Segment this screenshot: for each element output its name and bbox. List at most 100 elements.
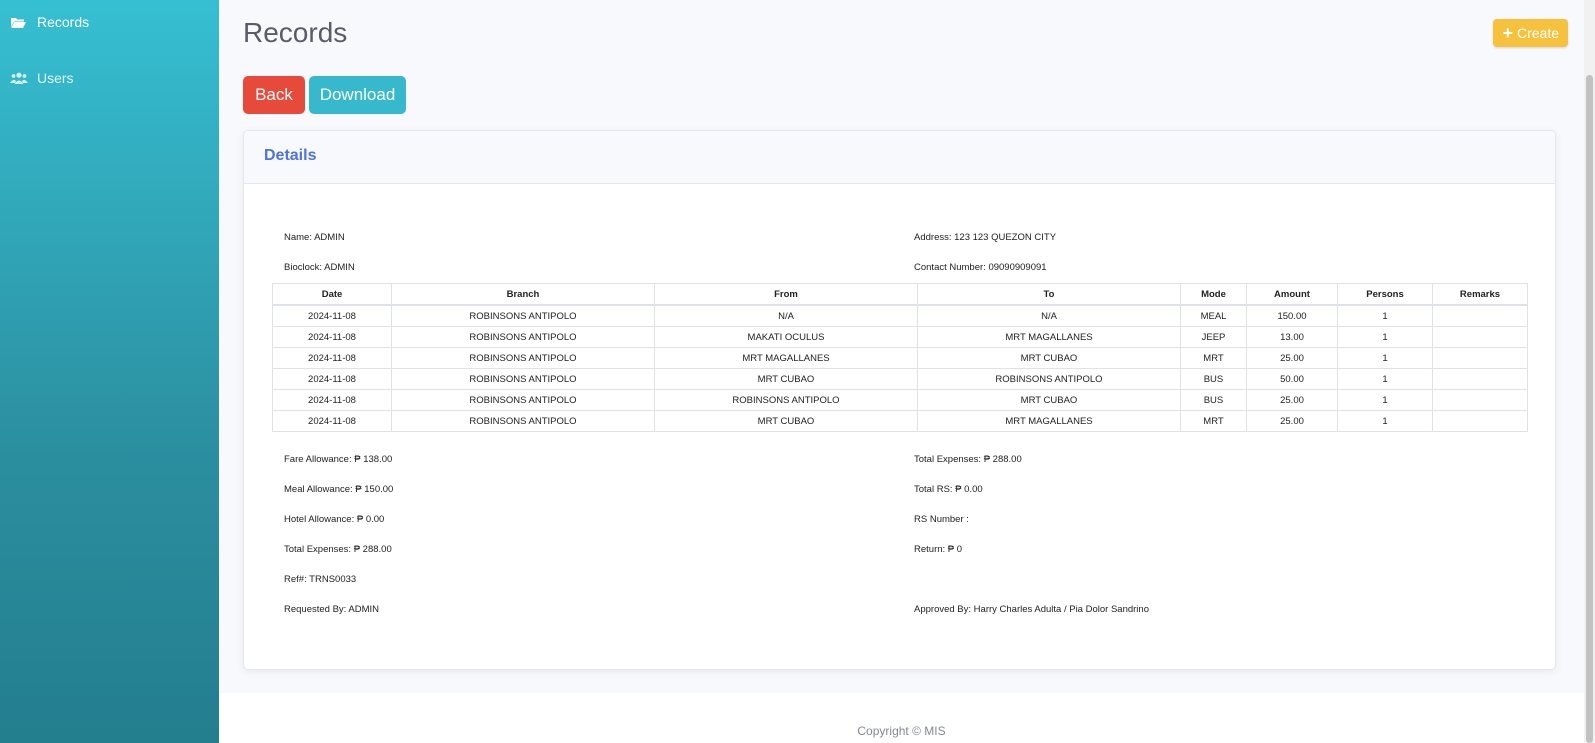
- total-rs: Total RS: ₱ 0.00: [914, 484, 983, 495]
- column-header-date: Date: [272, 283, 392, 306]
- cell-to: MRT CUBAO: [917, 347, 1181, 369]
- table-row: 2024-11-08 ROBINSONS ANTIPOLO N/A N/A ME…: [272, 304, 1528, 327]
- cell-amount: 13.00: [1246, 326, 1338, 348]
- cell-date: 2024-11-08: [272, 304, 392, 327]
- create-button[interactable]: + Create: [1493, 19, 1568, 47]
- fare-allowance: Fare Allowance: ₱ 138.00: [284, 454, 393, 465]
- cell-remarks: [1432, 326, 1528, 348]
- cell-mode: MRT: [1180, 410, 1247, 432]
- cell-remarks: [1432, 389, 1528, 411]
- cell-persons: 1: [1337, 368, 1433, 390]
- cell-date: 2024-11-08: [272, 368, 392, 390]
- table-row: 2024-11-08 ROBINSONS ANTIPOLO MRT MAGALL…: [272, 347, 1528, 369]
- contact-number-field: Contact Number: 09090909091: [914, 262, 1047, 273]
- cell-from: ROBINSONS ANTIPOLO: [654, 389, 918, 411]
- meal-allowance: Meal Allowance: ₱ 150.00: [284, 484, 394, 495]
- sidebar: Records Users: [0, 0, 219, 743]
- column-header-mode: Mode: [1180, 283, 1247, 306]
- users-icon: [10, 71, 28, 85]
- cell-persons: 1: [1337, 304, 1433, 327]
- cell-mode: MRT: [1180, 347, 1247, 369]
- cell-from: MRT CUBAO: [654, 368, 918, 390]
- cell-to: N/A: [917, 304, 1181, 327]
- card-header: Details: [244, 131, 1555, 184]
- cell-remarks: [1432, 410, 1528, 432]
- address-field: Address: 123 123 QUEZON CITY: [914, 232, 1057, 243]
- rs-number: RS Number :: [914, 514, 969, 525]
- main-content: Records + Create Back Download Details N…: [219, 0, 1584, 743]
- cell-to: ROBINSONS ANTIPOLO: [917, 368, 1181, 390]
- cell-date: 2024-11-08: [272, 389, 392, 411]
- table-row: 2024-11-08 ROBINSONS ANTIPOLO MAKATI OCU…: [272, 326, 1528, 348]
- cell-to: MRT CUBAO: [917, 389, 1181, 411]
- create-button-label: Create: [1516, 25, 1559, 41]
- cell-to: MRT MAGALLANES: [917, 410, 1181, 432]
- cell-mode: BUS: [1180, 368, 1247, 390]
- footer: Copyright © MIS: [219, 693, 1584, 743]
- column-header-persons: Persons: [1337, 283, 1433, 306]
- cell-from: MRT CUBAO: [654, 410, 918, 432]
- column-header-remarks: Remarks: [1432, 283, 1528, 306]
- sidebar-item-label: Users: [37, 70, 74, 86]
- page-title: Records: [243, 17, 348, 48]
- cell-amount: 25.00: [1246, 347, 1338, 369]
- scrollbar-thumb[interactable]: [1586, 75, 1593, 743]
- cell-date: 2024-11-08: [272, 326, 392, 348]
- details-card: Details Name: ADMIN Address: 123 123 QUE…: [243, 130, 1556, 670]
- cell-from: MRT MAGALLANES: [654, 347, 918, 369]
- cell-date: 2024-11-08: [272, 410, 392, 432]
- cell-persons: 1: [1337, 326, 1433, 348]
- copyright-text: Copyright © MIS: [857, 724, 946, 738]
- cell-branch: ROBINSONS ANTIPOLO: [391, 347, 655, 369]
- cell-persons: 1: [1337, 347, 1433, 369]
- cell-persons: 1: [1337, 389, 1433, 411]
- cell-mode: JEEP: [1180, 326, 1247, 348]
- cell-from: MAKATI OCULUS: [654, 326, 918, 348]
- column-header-branch: Branch: [391, 283, 655, 306]
- cell-branch: ROBINSONS ANTIPOLO: [391, 389, 655, 411]
- transactions-table: Date Branch From To Mode Amount Persons …: [272, 283, 1528, 432]
- table-row: 2024-11-08 ROBINSONS ANTIPOLO ROBINSONS …: [272, 389, 1528, 411]
- cell-amount: 150.00: [1246, 304, 1338, 327]
- back-button[interactable]: Back: [243, 76, 305, 114]
- cell-to: MRT MAGALLANES: [917, 326, 1181, 348]
- cell-remarks: [1432, 347, 1528, 369]
- column-header-from: From: [654, 283, 918, 306]
- cell-mode: BUS: [1180, 389, 1247, 411]
- table-row: 2024-11-08 ROBINSONS ANTIPOLO MRT CUBAO …: [272, 410, 1528, 432]
- cell-from: N/A: [654, 304, 918, 327]
- cell-mode: MEAL: [1180, 304, 1247, 327]
- requested-by: Requested By: ADMIN: [284, 604, 380, 615]
- cell-amount: 50.00: [1246, 368, 1338, 390]
- download-button[interactable]: Download: [309, 76, 406, 114]
- sidebar-item-users[interactable]: Users: [10, 70, 74, 86]
- table-row: 2024-11-08 ROBINSONS ANTIPOLO MRT CUBAO …: [272, 368, 1528, 390]
- cell-date: 2024-11-08: [272, 347, 392, 369]
- cell-remarks: [1432, 304, 1528, 327]
- name-field: Name: ADMIN: [284, 232, 345, 243]
- cell-branch: ROBINSONS ANTIPOLO: [391, 304, 655, 327]
- approved-by: Approved By: Harry Charles Adulta / Pia …: [914, 604, 1149, 615]
- cell-branch: ROBINSONS ANTIPOLO: [391, 326, 655, 348]
- hotel-allowance: Hotel Allowance: ₱ 0.00: [284, 514, 385, 525]
- return-amount: Return: ₱ 0: [914, 544, 963, 555]
- card-title: Details: [264, 147, 317, 164]
- cell-amount: 25.00: [1246, 410, 1338, 432]
- total-expenses: Total Expenses: ₱ 288.00: [284, 544, 392, 555]
- cell-persons: 1: [1337, 410, 1433, 432]
- cell-branch: ROBINSONS ANTIPOLO: [391, 368, 655, 390]
- vertical-scrollbar[interactable]: [1584, 0, 1595, 743]
- column-header-to: To: [917, 283, 1181, 306]
- sidebar-item-records[interactable]: Records: [10, 14, 89, 30]
- sidebar-item-label: Records: [37, 14, 90, 30]
- cell-branch: ROBINSONS ANTIPOLO: [391, 410, 655, 432]
- cell-remarks: [1432, 368, 1528, 390]
- reference-number: Ref#: TRNS0033: [284, 574, 357, 585]
- bioclock-field: Bioclock: ADMIN: [284, 262, 355, 273]
- plus-icon: +: [1502, 23, 1513, 43]
- column-header-amount: Amount: [1246, 283, 1338, 306]
- folder-open-icon: [10, 15, 28, 29]
- table-header-row: Date Branch From To Mode Amount Persons …: [272, 283, 1528, 306]
- cell-amount: 25.00: [1246, 389, 1338, 411]
- total-expenses-summary: Total Expenses: ₱ 288.00: [914, 454, 1022, 465]
